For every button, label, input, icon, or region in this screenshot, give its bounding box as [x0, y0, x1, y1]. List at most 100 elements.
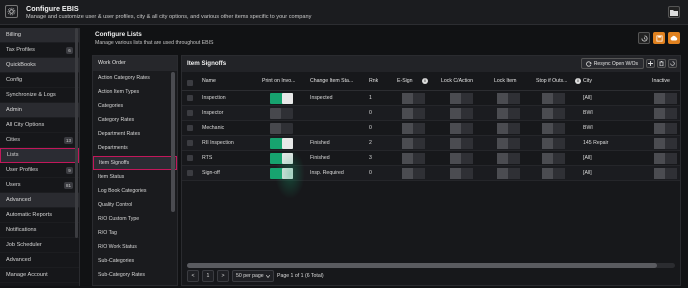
- list-item-department-rates[interactable]: Department Rates: [93, 127, 177, 141]
- list-item-categories[interactable]: Categories: [93, 99, 177, 113]
- column-header-rnk[interactable]: Rnk: [369, 78, 378, 88]
- e-sign-toggle[interactable]: [402, 153, 425, 164]
- sidebar-item-lists[interactable]: Lists: [0, 148, 79, 163]
- list-item-r-o-tag[interactable]: R/O Tag: [93, 226, 177, 240]
- lock-c-action-toggle[interactable]: [450, 108, 473, 119]
- stop-if-outstanding-toggle[interactable]: [542, 108, 565, 119]
- trash-icon[interactable]: [657, 59, 666, 68]
- inactive-toggle[interactable]: [654, 138, 677, 149]
- row-checkbox[interactable]: [187, 155, 193, 161]
- table-row[interactable]: Inspector 0 BWI: [182, 106, 680, 121]
- sidebar-item-user-profiles[interactable]: User Profiles 9: [0, 163, 79, 178]
- stop-if-outstanding-toggle[interactable]: [542, 168, 565, 179]
- sidebar-item-tax-profiles[interactable]: Tax Profiles 6: [0, 43, 79, 58]
- column-header-inactive[interactable]: Inactive: [652, 78, 670, 88]
- list-item-sub-category-rates[interactable]: Sub-Category Rates: [93, 268, 177, 282]
- print-on-invoice-toggle[interactable]: [270, 123, 293, 134]
- row-checkbox[interactable]: [187, 95, 193, 101]
- sidebar-item-notifications[interactable]: Notifications: [0, 223, 79, 238]
- stop-if-outstanding-toggle[interactable]: [542, 93, 565, 104]
- lock-c-action-toggle[interactable]: [450, 168, 473, 179]
- lists-scrollbar[interactable]: [171, 72, 175, 212]
- column-header-e-sign[interactable]: E-Sign: [397, 78, 413, 88]
- list-item-departments[interactable]: Departments: [93, 141, 177, 155]
- print-on-invoice-toggle[interactable]: [270, 93, 293, 104]
- lock-c-action-toggle[interactable]: [450, 123, 473, 134]
- list-item-category-rates[interactable]: Category Rates: [93, 113, 177, 127]
- sidebar-item-all-city-options[interactable]: All City Options: [0, 118, 79, 133]
- column-header-stop-if-outs[interactable]: Stop if Outs...: [536, 78, 567, 88]
- stop-if-outstanding-toggle[interactable]: [542, 123, 565, 134]
- e-sign-toggle[interactable]: [402, 93, 425, 104]
- list-item-r-o-work-status[interactable]: R/O Work Status: [93, 240, 177, 254]
- print-on-invoice-toggle[interactable]: [270, 108, 293, 119]
- print-on-invoice-toggle[interactable]: [270, 138, 293, 149]
- sidebar-item-advanced[interactable]: Advanced: [0, 253, 79, 268]
- info-icon[interactable]: i: [575, 78, 581, 84]
- print-on-invoice-toggle[interactable]: [270, 168, 293, 179]
- column-header-lock-c-action[interactable]: Lock C/Action: [441, 78, 473, 88]
- lock-item-toggle[interactable]: [497, 138, 520, 149]
- row-checkbox[interactable]: [187, 170, 193, 176]
- inactive-toggle[interactable]: [654, 153, 677, 164]
- table-row[interactable]: RTS Finished 3 [All]: [182, 151, 680, 166]
- list-item-log-book-categories[interactable]: Log Book Categories: [93, 184, 177, 198]
- e-sign-toggle[interactable]: [402, 168, 425, 179]
- list-item-r-o-custom-type[interactable]: R/O Custom Type: [93, 212, 177, 226]
- plus-icon[interactable]: [646, 59, 655, 68]
- lock-c-action-toggle[interactable]: [450, 138, 473, 149]
- print-on-invoice-toggle[interactable]: [270, 153, 293, 164]
- sidebar-item-users[interactable]: Users 81: [0, 178, 79, 193]
- lock-item-toggle[interactable]: [497, 123, 520, 134]
- cloud-icon[interactable]: [668, 32, 680, 44]
- resync-button[interactable]: Resync Open W/Os: [580, 58, 644, 69]
- column-header-print-on-invo[interactable]: Print on Invo...: [262, 78, 295, 88]
- column-header-name[interactable]: Name: [202, 78, 216, 88]
- sidebar-scrollbar[interactable]: [75, 28, 78, 238]
- prev-page-button[interactable]: <: [187, 270, 199, 282]
- sidebar-item-synchronize-logs[interactable]: Synchronize & Logs: [0, 88, 79, 103]
- row-checkbox[interactable]: [187, 140, 193, 146]
- sidebar-item-manage-account[interactable]: Manage Account: [0, 268, 79, 283]
- save-icon[interactable]: [653, 32, 665, 44]
- list-item-action-category-rates[interactable]: Action Category Rates: [93, 71, 177, 85]
- row-checkbox[interactable]: [187, 110, 193, 116]
- lock-item-toggle[interactable]: [497, 108, 520, 119]
- e-sign-toggle[interactable]: [402, 123, 425, 134]
- info-icon[interactable]: i: [422, 78, 428, 84]
- inactive-toggle[interactable]: [654, 93, 677, 104]
- column-header-change-item-sta[interactable]: Change Item Sta...: [310, 78, 353, 88]
- page-number-input[interactable]: 1: [202, 270, 214, 282]
- sidebar-item-cities[interactable]: Cities 13: [0, 133, 79, 148]
- list-item-action-item-types[interactable]: Action Item Types: [93, 85, 177, 99]
- select-all-checkbox[interactable]: [187, 80, 193, 86]
- list-item-item-status[interactable]: Item Status: [93, 170, 177, 184]
- lock-c-action-toggle[interactable]: [450, 93, 473, 104]
- lock-item-toggle[interactable]: [497, 93, 520, 104]
- lock-c-action-toggle[interactable]: [450, 153, 473, 164]
- next-page-button[interactable]: >: [217, 270, 229, 282]
- inactive-toggle[interactable]: [654, 123, 677, 134]
- table-row[interactable]: Inspection Inspected 1 [All]: [182, 91, 680, 106]
- e-sign-toggle[interactable]: [402, 108, 425, 119]
- horizontal-scrollbar-thumb[interactable]: [187, 263, 657, 268]
- lock-item-toggle[interactable]: [497, 168, 520, 179]
- table-row[interactable]: Sign-off Insp. Required 0 [All]: [182, 166, 680, 181]
- list-item-quality-control[interactable]: Quality Control: [93, 198, 177, 212]
- lock-item-toggle[interactable]: [497, 153, 520, 164]
- inactive-toggle[interactable]: [654, 108, 677, 119]
- e-sign-toggle[interactable]: [402, 138, 425, 149]
- column-header-lock-item[interactable]: Lock Item: [494, 78, 517, 88]
- list-item-item-signoffs[interactable]: Item Signoffs: [93, 155, 177, 170]
- column-header-city[interactable]: City: [583, 78, 592, 88]
- table-row[interactable]: Mechanic 0 BWI: [182, 121, 680, 136]
- row-checkbox[interactable]: [187, 125, 193, 131]
- inactive-toggle[interactable]: [654, 168, 677, 179]
- stop-if-outstanding-toggle[interactable]: [542, 138, 565, 149]
- per-page-select[interactable]: 50 per page: [232, 270, 274, 282]
- refresh-icon[interactable]: [668, 59, 677, 68]
- folder-icon[interactable]: [668, 6, 680, 18]
- table-row[interactable]: RII Inspection Finished 2 145 Repair: [182, 136, 680, 151]
- sidebar-item-job-scheduler[interactable]: Job Scheduler: [0, 238, 79, 253]
- sidebar-item-automatic-reports[interactable]: Automatic Reports: [0, 208, 79, 223]
